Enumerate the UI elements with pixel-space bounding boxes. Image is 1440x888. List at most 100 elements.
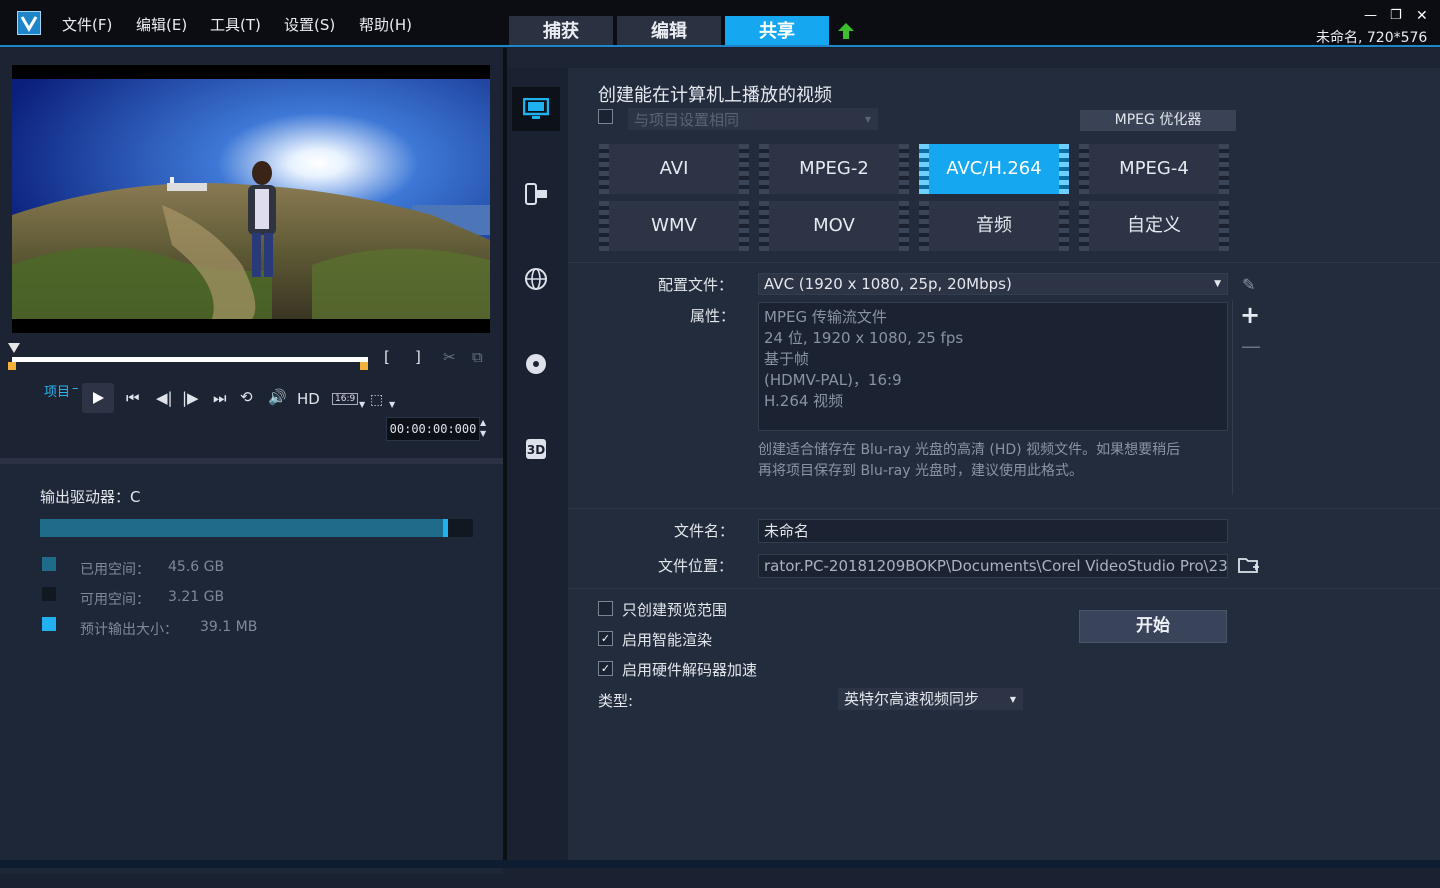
menu-settings[interactable]: 设置(S) bbox=[284, 14, 335, 35]
mode-dash: – bbox=[72, 381, 79, 396]
tab-edit[interactable]: 编辑 bbox=[617, 16, 721, 46]
preview-image bbox=[12, 65, 490, 333]
play-button[interactable] bbox=[82, 383, 114, 413]
share-panel-top-strip bbox=[507, 48, 1440, 68]
remove-icon[interactable]: — bbox=[1241, 334, 1261, 358]
edit-pencil-icon[interactable]: ✎ bbox=[1242, 275, 1255, 294]
used-space-label: 已用空间： bbox=[80, 562, 150, 578]
format-mov-button[interactable]: MOV bbox=[759, 201, 909, 251]
computer-icon[interactable] bbox=[512, 87, 560, 131]
previous-frame-icon[interactable]: ◀| bbox=[156, 389, 173, 407]
repeat-icon[interactable]: ⟲ bbox=[240, 388, 253, 406]
menu-tools[interactable]: 工具(T) bbox=[210, 14, 261, 35]
property-line: MPEG 传输流文件 bbox=[764, 308, 887, 326]
estimate-size-swatch bbox=[42, 617, 56, 631]
format-custom-button[interactable]: 自定义 bbox=[1079, 201, 1229, 251]
menu-file[interactable]: 文件(F) bbox=[62, 14, 112, 35]
mpeg-optimizer-button[interactable]: MPEG 优化器 bbox=[1080, 110, 1236, 131]
start-button[interactable]: 开始 bbox=[1079, 610, 1227, 643]
share-heading: 创建能在计算机上播放的视频 bbox=[598, 85, 832, 106]
disc-icon[interactable] bbox=[512, 342, 560, 386]
minimize-icon[interactable]: — bbox=[1364, 8, 1377, 23]
spin-down-icon[interactable]: ▼ bbox=[480, 428, 492, 439]
same-as-project-label: 与项目设置相同 bbox=[634, 111, 740, 129]
upload-arrow-icon[interactable] bbox=[837, 22, 855, 44]
preview-range-label: 只创建预览范围 bbox=[622, 601, 728, 619]
play-icon bbox=[93, 392, 104, 404]
preview-range-checkbox[interactable] bbox=[598, 601, 613, 616]
project-info: 未命名, 720*576 bbox=[1316, 30, 1428, 46]
same-as-project-checkbox[interactable] bbox=[598, 109, 613, 124]
home-icon[interactable]: ⏮ bbox=[126, 389, 140, 407]
globe-icon[interactable] bbox=[512, 257, 560, 301]
format-audio-button[interactable]: 音频 bbox=[919, 201, 1069, 251]
mark-in-button[interactable]: [ bbox=[384, 348, 390, 366]
format-mpeg4-button[interactable]: MPEG-4 bbox=[1079, 144, 1229, 194]
volume-icon[interactable]: 🔊 bbox=[268, 388, 287, 406]
next-frame-icon[interactable]: |▶ bbox=[182, 389, 199, 407]
properties-box: MPEG 传输流文件 24 位, 1920 x 1080, 25 fps 基于帧… bbox=[758, 302, 1228, 431]
format-avc-button[interactable]: AVC/H.264 bbox=[919, 144, 1069, 194]
property-line: H.264 视频 bbox=[764, 392, 844, 410]
format-avi-button[interactable]: AVI bbox=[599, 144, 749, 194]
app-logo-icon bbox=[17, 11, 41, 35]
tab-capture[interactable]: 捕获 bbox=[509, 16, 613, 46]
svg-text:3D: 3D bbox=[527, 443, 545, 457]
chevron-down-icon: ▼ bbox=[864, 115, 871, 124]
profile-dropdown[interactable]: AVC (1920 x 1080, 25p, 20Mbps) ▼ bbox=[758, 273, 1228, 295]
estimate-size-label: 预计输出大小： bbox=[80, 622, 178, 638]
format-mpeg2-button[interactable]: MPEG-2 bbox=[759, 144, 909, 194]
trim-in-handle[interactable] bbox=[8, 362, 16, 370]
disk-usage-estimate bbox=[443, 519, 448, 537]
restore-icon[interactable]: ❐ bbox=[1390, 8, 1402, 23]
divider bbox=[568, 262, 1440, 263]
menu-help[interactable]: 帮助(H) bbox=[359, 14, 412, 35]
mark-out-button[interactable]: ] bbox=[415, 348, 421, 366]
folder-icon[interactable] bbox=[1238, 556, 1260, 578]
video-preview[interactable] bbox=[12, 65, 490, 333]
scissors-icon[interactable]: ✂ bbox=[443, 348, 456, 366]
type-dropdown[interactable]: 英特尔高速视频同步 ▼ bbox=[838, 688, 1023, 710]
taskbar-strip bbox=[0, 860, 1440, 868]
timecode-spinner[interactable]: ▲ ▼ bbox=[480, 417, 492, 439]
timecode-field[interactable]: 00:00:00:000 bbox=[386, 417, 480, 441]
smart-render-label: 启用智能渲染 bbox=[622, 631, 713, 649]
spin-up-icon[interactable]: ▲ bbox=[480, 417, 492, 428]
crop-select-icon[interactable]: ⬚ bbox=[370, 392, 383, 408]
format-wmv-button[interactable]: WMV bbox=[599, 201, 749, 251]
location-input[interactable]: rator.PC-20181209BOKP\Documents\Corel Vi… bbox=[758, 554, 1228, 578]
tab-share[interactable]: 共享 bbox=[725, 16, 829, 46]
hw-decoder-checkbox[interactable]: ✓ bbox=[598, 661, 613, 676]
estimate-size-value: 39.1 MB bbox=[200, 619, 258, 635]
chevron-down-icon[interactable]: ▼ bbox=[359, 400, 365, 409]
device-icon[interactable] bbox=[512, 172, 560, 216]
type-value: 英特尔高速视频同步 bbox=[844, 690, 980, 708]
smart-render-checkbox[interactable]: ✓ bbox=[598, 631, 613, 646]
property-line: 24 位, 1920 x 1080, 25 fps bbox=[764, 329, 964, 347]
menu-edit[interactable]: 编辑(E) bbox=[136, 14, 187, 35]
free-space-value: 3.21 GB bbox=[168, 589, 225, 605]
title-accent-line bbox=[0, 45, 1440, 47]
end-icon[interactable]: ⏭ bbox=[213, 389, 227, 407]
properties-label: 属性： bbox=[690, 307, 736, 325]
filename-input[interactable]: 未命名 bbox=[758, 519, 1228, 543]
timeline-track[interactable] bbox=[12, 357, 368, 362]
filename-label: 文件名： bbox=[674, 522, 735, 540]
profile-value: AVC (1920 x 1080, 25p, 20Mbps) bbox=[764, 275, 1012, 293]
close-icon[interactable]: ✕ bbox=[1416, 8, 1428, 24]
title-bar: 文件(F) 编辑(E) 工具(T) 设置(S) 帮助(H) 捕获 编辑 共享 —… bbox=[0, 0, 1440, 47]
property-line: 基于帧 bbox=[764, 350, 810, 368]
output-drive-label: 输出驱动器：C bbox=[40, 488, 141, 506]
timeline-start-marker[interactable] bbox=[8, 343, 20, 353]
chevron-down-icon[interactable]: ▼ bbox=[389, 400, 395, 409]
3d-icon[interactable]: 3D bbox=[512, 427, 560, 471]
aspect-ratio-button[interactable]: 16:9 bbox=[332, 393, 359, 405]
project-mode-label[interactable]: 项目 bbox=[44, 381, 70, 400]
hd-toggle[interactable]: HD bbox=[297, 390, 320, 408]
profile-label: 配置文件： bbox=[658, 276, 734, 294]
add-icon[interactable]: + bbox=[1240, 301, 1260, 329]
enlarge-icon[interactable]: ⧉ bbox=[472, 348, 483, 366]
location-label: 文件位置： bbox=[658, 557, 734, 575]
trim-out-handle[interactable] bbox=[360, 362, 368, 370]
same-as-project-dropdown[interactable]: 与项目设置相同 ▼ bbox=[628, 108, 878, 130]
